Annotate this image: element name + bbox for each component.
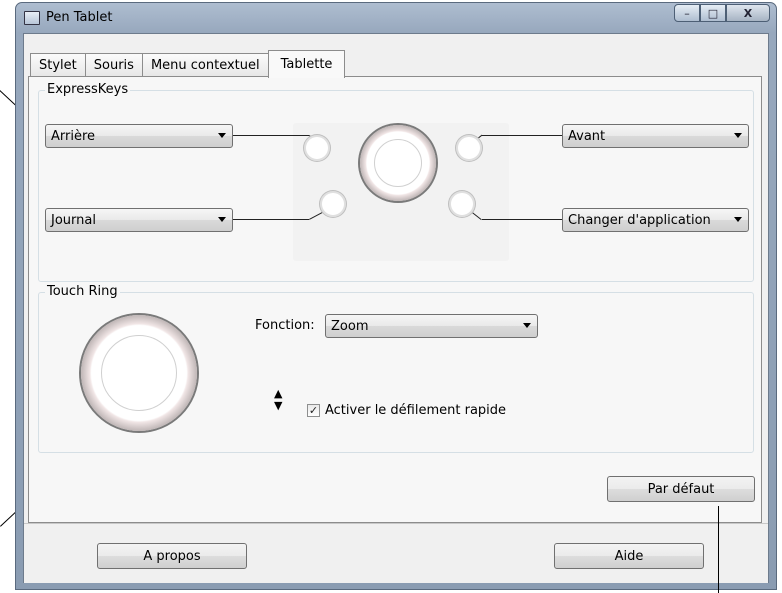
select-value: Avant — [568, 128, 606, 144]
window-controls: – □ X — [674, 4, 770, 22]
select-value: Changer d'application — [568, 212, 711, 228]
chevron-down-icon — [734, 217, 742, 222]
default-button[interactable]: Par défaut — [607, 476, 755, 502]
touch-ring-large-icon — [81, 315, 197, 431]
maximize-button[interactable]: □ — [700, 4, 726, 22]
tab-label: Menu contextuel — [150, 58, 260, 73]
close-button[interactable]: X — [726, 4, 770, 22]
expresskey-bottom-right-select[interactable]: Changer d'application — [562, 208, 749, 232]
connector-line — [482, 135, 562, 136]
app-icon — [24, 11, 40, 25]
expresskey-top-right-select[interactable]: Avant — [562, 124, 749, 148]
chevron-down-icon — [734, 133, 742, 138]
minimize-button[interactable]: – — [674, 4, 700, 22]
select-value: Journal — [51, 212, 96, 228]
expresskey-button-1 — [304, 135, 330, 161]
touch-ring-group-label: Touch Ring — [45, 284, 120, 299]
expresskey-button-2 — [320, 191, 346, 217]
client-area: Stylet Souris Menu contextuel Tablette E… — [23, 33, 769, 583]
connector-line — [233, 135, 309, 136]
function-label: Fonction: — [255, 318, 315, 333]
close-icon: X — [743, 6, 753, 20]
chevron-down-icon — [218, 133, 226, 138]
connector-line — [233, 219, 309, 220]
tab-stylet[interactable]: Stylet — [30, 53, 86, 77]
expresskey-bottom-left-select[interactable]: Journal — [45, 208, 233, 232]
button-label: Par défaut — [647, 481, 715, 497]
touch-ring-group: Touch Ring Fonction: Zoom ▲ ▼ ✓ Activer l… — [38, 284, 754, 453]
pen-tablet-window: Pen Tablet – □ X Stylet Souris Menu cont… — [15, 2, 777, 590]
up-down-arrows-icon: ▲ ▼ — [274, 387, 283, 412]
tab-label: Souris — [93, 58, 134, 73]
callout-line-default — [718, 506, 719, 593]
window-title: Pen Tablet — [46, 10, 113, 25]
connector-line — [482, 219, 562, 220]
title-bar[interactable]: Pen Tablet – □ X — [16, 3, 776, 33]
select-value: Arrière — [51, 128, 96, 144]
bottom-bar: A propos Aide — [24, 523, 768, 583]
expresskey-top-left-select[interactable]: Arrière — [45, 124, 233, 148]
help-button[interactable]: Aide — [554, 543, 704, 569]
tab-label: Tablette — [280, 57, 333, 72]
touch-ring-center — [101, 335, 177, 411]
select-value: Zoom — [331, 318, 369, 334]
tab-strip: Stylet Souris Menu contextuel Tablette — [30, 50, 346, 78]
touch-ring-small-icon — [360, 125, 436, 201]
tab-label: Stylet — [39, 58, 77, 73]
fast-scroll-label: Activer le défilement rapide — [325, 403, 507, 418]
chevron-down-icon — [218, 217, 226, 222]
touch-ring-center — [374, 139, 422, 187]
tab-souris[interactable]: Souris — [84, 53, 143, 77]
button-label: A propos — [143, 548, 201, 564]
expresskey-button-4 — [449, 191, 475, 217]
expresskey-button-3 — [456, 135, 482, 161]
expresskeys-group-label: ExpressKeys — [45, 82, 131, 97]
expresskeys-group: ExpressKeys Arrière Journal Avant Change… — [38, 82, 754, 282]
tablette-panel: ExpressKeys Arrière Journal Avant Change… — [28, 76, 762, 523]
touch-ring-function-select[interactable]: Zoom — [325, 314, 538, 338]
minimize-icon: – — [684, 6, 690, 20]
button-label: Aide — [614, 548, 644, 564]
about-button[interactable]: A propos — [97, 543, 247, 569]
tab-tablette[interactable]: Tablette — [267, 50, 346, 78]
tab-menu-contextuel[interactable]: Menu contextuel — [141, 53, 269, 77]
fast-scroll-checkbox[interactable]: ✓ — [307, 404, 320, 417]
maximize-icon: □ — [707, 6, 719, 20]
chevron-down-icon — [523, 323, 531, 328]
